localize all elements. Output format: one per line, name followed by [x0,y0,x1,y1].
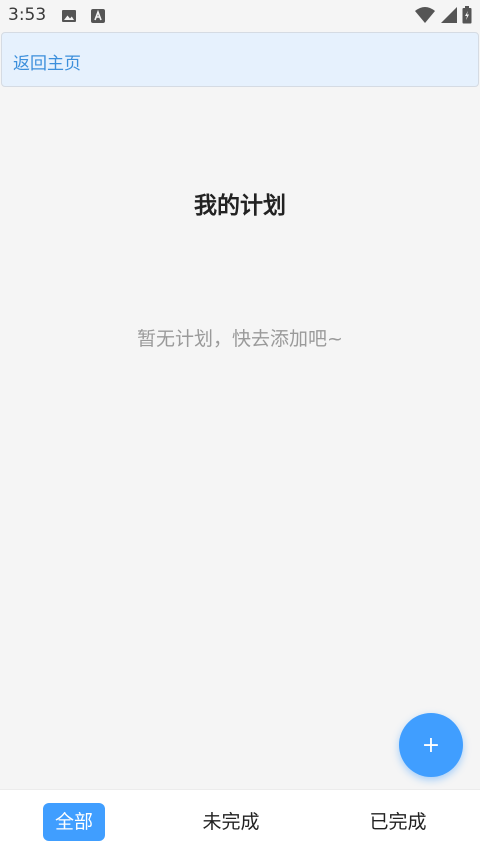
back-home-link[interactable]: 返回主页 [13,49,81,74]
empty-state-text: 暂无计划，快去添加吧~ [137,328,343,350]
image-icon [61,8,77,28]
tab-all[interactable]: 全部 [43,803,105,841]
battery-icon [462,6,472,28]
page-title: 我的计划 [194,193,286,219]
status-bar: 3:53 [0,0,480,32]
signal-icon [440,6,458,28]
app-screen: 3:53 返回主页 我的计划 暂无计划，快去添加吧~ + 全部 未完成 已完成 [0,0,480,853]
header-bar: 返回主页 [1,32,479,87]
add-plan-button[interactable]: + [399,713,463,777]
plus-icon: + [421,732,441,758]
a-icon [91,8,105,27]
status-right-icons [414,6,472,28]
tab-incomplete[interactable]: 未完成 [196,803,266,841]
tab-completed[interactable]: 已完成 [363,803,433,841]
bottom-tab-bar: 全部 未完成 已完成 [0,789,480,853]
wifi-icon [414,6,436,28]
status-time: 3:53 [8,5,47,25]
